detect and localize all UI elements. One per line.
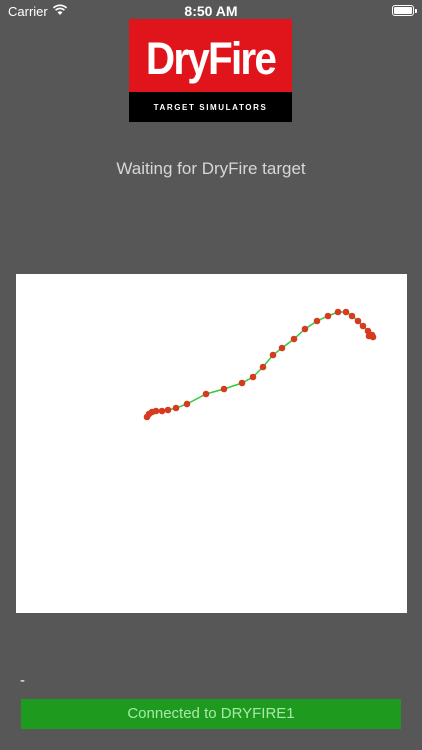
trace-point — [269, 351, 277, 359]
status-time: 8:50 AM — [184, 3, 238, 19]
trace-point — [354, 317, 362, 325]
trace-point — [259, 363, 267, 371]
shot-readout: - — [20, 672, 25, 689]
logo-wordmark: DryFire — [145, 33, 277, 84]
trace-point — [202, 390, 210, 398]
trace-point — [290, 335, 298, 343]
shot-trace — [143, 308, 377, 421]
trace-point — [152, 407, 160, 415]
trace-point — [278, 344, 286, 352]
logo-band: TARGET SIMULATORS — [129, 92, 292, 122]
trace-point — [220, 385, 228, 393]
trace-point — [238, 379, 246, 387]
status-message: Waiting for DryFire target — [116, 159, 306, 178]
trace-point — [164, 406, 172, 414]
trace-point — [172, 404, 180, 412]
trace-point — [249, 373, 257, 381]
trace-point — [301, 325, 309, 333]
connection-status-button[interactable]: Connected to DRYFIRE1 — [21, 699, 401, 729]
trace-point — [369, 333, 377, 341]
target-area — [16, 274, 407, 613]
trace-point — [183, 400, 191, 408]
trace-point — [342, 308, 350, 316]
trace-point — [334, 308, 342, 316]
logo-subtitle: TARGET SIMULATORS — [153, 103, 268, 112]
trace-point — [324, 312, 332, 320]
trace-point — [359, 322, 367, 330]
trace-point — [313, 317, 321, 325]
battery-icon — [392, 5, 417, 16]
trace-point — [158, 407, 166, 415]
dryfire-logo: DryFire TARGET SIMULATORS — [129, 19, 292, 122]
trace-line — [146, 311, 374, 418]
trace-point — [348, 312, 356, 320]
